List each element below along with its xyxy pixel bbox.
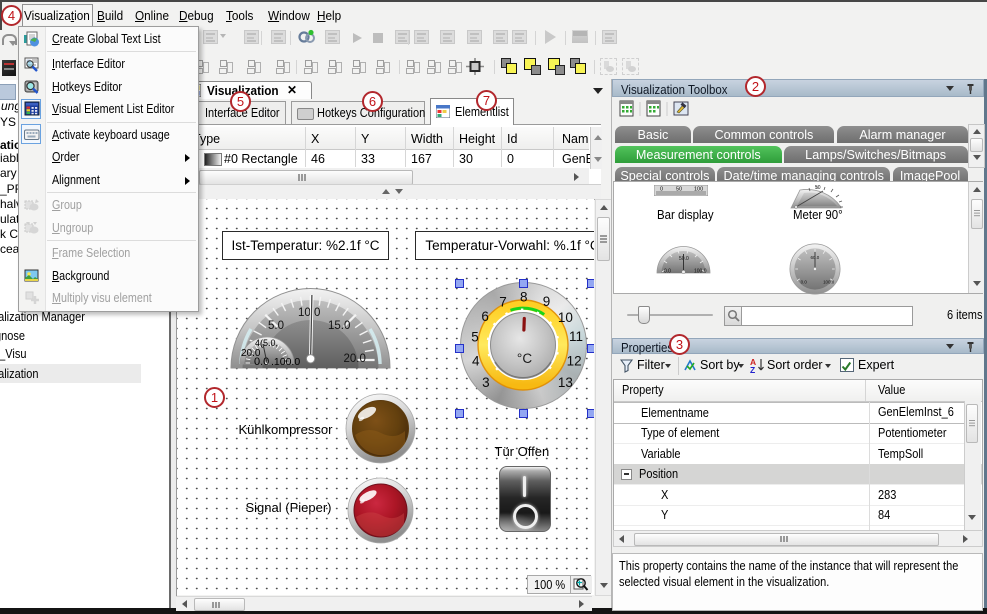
svg-text:0.0: 0.0 [801,279,808,284]
svg-text:7: 7 [499,295,507,310]
svg-text:100: 100 [694,187,703,193]
svg-text:0: 0 [660,187,663,193]
svg-text:0.0: 0.0 [664,269,671,275]
svg-text:11: 11 [569,329,583,344]
svg-text:100.0: 100.0 [694,269,707,275]
svg-text:0.0: 0.0 [254,356,269,367]
svg-text:9: 9 [543,294,551,309]
svg-text:50: 50 [815,185,821,191]
svg-text:100.0: 100.0 [823,279,835,284]
svg-text:12: 12 [567,353,582,368]
svg-text:4(5.0,: 4(5.0, [255,338,278,348]
svg-text:.100.0: .100.0 [271,356,300,367]
svg-text:10.0: 10.0 [298,307,320,319]
svg-text:Z: Z [750,365,755,374]
svg-text:50: 50 [676,187,682,193]
svg-text:8: 8 [520,290,528,305]
svg-text:6: 6 [481,309,489,324]
svg-text:20.0: 20.0 [344,353,366,365]
svg-text:15.0: 15.0 [328,320,350,332]
svg-text:4: 4 [472,353,480,368]
svg-text:13: 13 [558,375,573,390]
svg-text:10: 10 [558,310,573,325]
svg-text:°C: °C [517,351,532,366]
svg-text:5: 5 [471,329,479,344]
svg-text:3: 3 [482,375,490,390]
